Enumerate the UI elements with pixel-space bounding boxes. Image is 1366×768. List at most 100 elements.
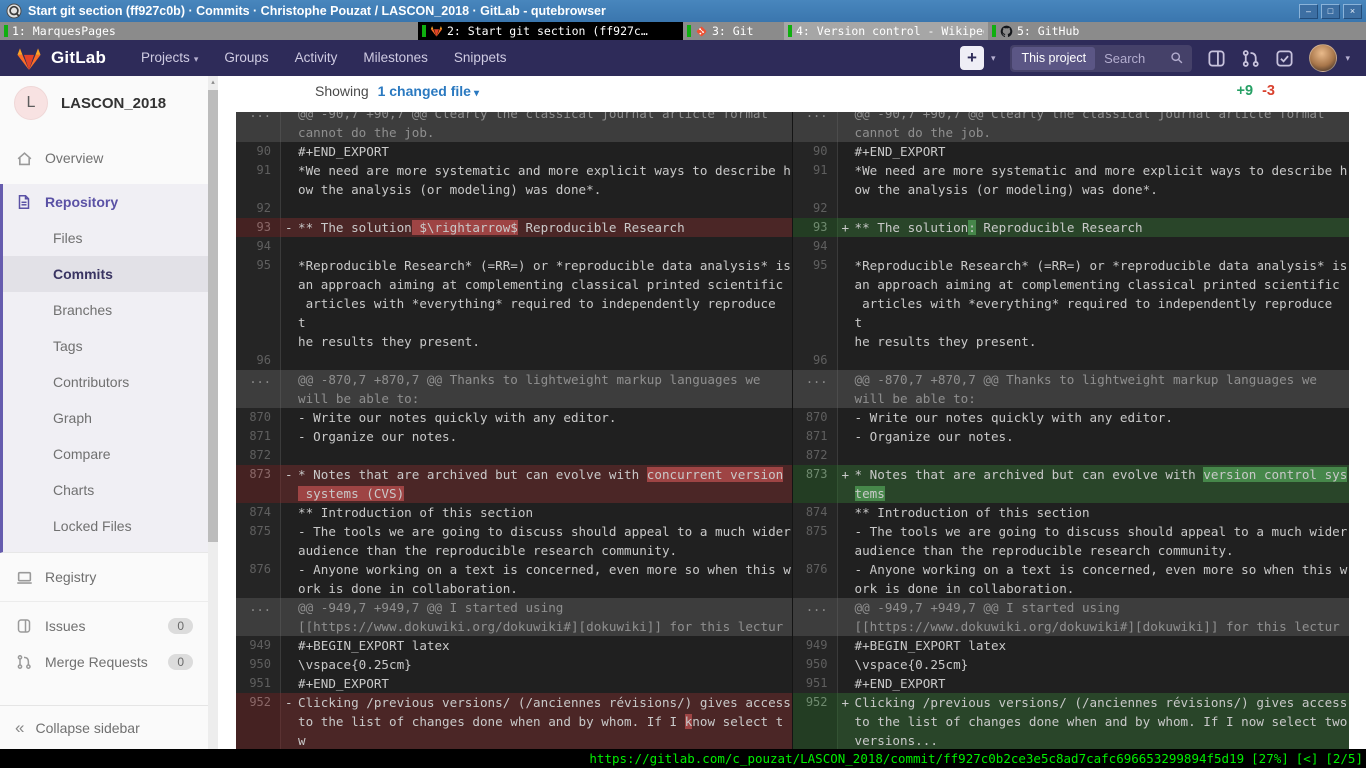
diff-table: ...@@ -90,7 +90,7 @@ Clearly the classic… [236,112,1349,749]
sidebar-item-files[interactable]: Files [3,220,208,256]
line-number[interactable]: 950 [793,655,838,674]
line-number[interactable]: 870 [793,408,838,427]
line-number[interactable]: 875 [236,522,281,560]
tab-marquespages[interactable]: 1: MarquesPages [0,22,418,40]
line-number[interactable]: 90 [793,142,838,161]
search-input[interactable]: Search [1104,51,1161,66]
changed-files-dropdown[interactable]: 1 changed file▾ [378,83,479,99]
line-number[interactable]: 949 [793,636,838,655]
line-number[interactable]: 95 [236,256,281,351]
line-number[interactable]: 93 [236,218,281,237]
scrollbar-thumb[interactable] [208,90,218,542]
project-avatar: L [14,86,48,120]
minimize-button[interactable]: – [1299,4,1318,19]
line-content [281,351,792,370]
sidebar-item-locked-files[interactable]: Locked Files [3,508,208,544]
line-number[interactable]: 92 [793,199,838,218]
line-number[interactable]: 952 [236,693,281,749]
line-number[interactable]: 872 [793,446,838,465]
line-number[interactable]: 95 [793,256,838,351]
merge-requests-icon[interactable] [1241,49,1260,68]
line-number[interactable]: 94 [793,237,838,256]
line-number[interactable]: 96 [236,351,281,370]
diff-row: 950\vspace{0.25cm}950\vspace{0.25cm} [236,655,1349,674]
line-number[interactable]: 952 [793,693,838,749]
main-nav: Projects▾ Groups Activity Milestones Sni… [128,40,519,77]
diff-left-removed: 873-* Notes that are archived but can ev… [236,465,793,503]
sidebar-item-charts[interactable]: Charts [3,472,208,508]
line-number[interactable]: 950 [236,655,281,674]
issue-boards-icon[interactable] [1207,49,1226,68]
line-number[interactable]: 876 [793,560,838,598]
line-content: +* Notes that are archived but can evolv… [838,465,1350,503]
line-number[interactable]: 93 [793,218,838,237]
sidebar-item-overview[interactable]: Overview [0,140,208,176]
line-text: - Anyone working on a text is concerned,… [298,560,791,598]
collapse-sidebar-button[interactable]: « Collapse sidebar [0,705,208,749]
line-content: #+BEGIN_EXPORT latex [281,636,792,655]
sidebar-item-repository[interactable]: Repository [3,184,208,220]
line-content: - Anyone working on a text is concerned,… [838,560,1350,598]
line-number[interactable]: 871 [236,427,281,446]
sidebar-item-compare[interactable]: Compare [3,436,208,472]
sidebar-scrollbar[interactable]: ▴ [208,76,218,749]
nav-snippets[interactable]: Snippets [441,40,520,77]
diff-marker: + [842,465,855,503]
search-scope-chip[interactable]: This project [1012,47,1095,70]
line-number[interactable]: 871 [793,427,838,446]
tab-start-git-section-selected[interactable]: 2: Start git section (ff927c… [418,22,683,40]
line-content: *We need are more systematic and more ex… [281,161,792,199]
diff-right-context: 92 [793,199,1350,218]
line-number[interactable]: 874 [793,503,838,522]
sidebar-item-graph[interactable]: Graph [3,400,208,436]
diff-left-context: 92 [236,199,793,218]
line-number[interactable]: 91 [793,161,838,199]
todos-icon[interactable] [1275,49,1294,68]
sidebar-item-tags[interactable]: Tags [3,328,208,364]
line-number[interactable]: 90 [236,142,281,161]
project-header[interactable]: L LASCON_2018 [0,76,208,130]
sidebar-item-commits[interactable]: Commits [3,256,208,292]
tab-indicator [788,25,792,37]
tab-github[interactable]: 5: GitHub [988,22,1366,40]
line-number[interactable]: 873 [793,465,838,503]
sidebar-item-contributors[interactable]: Contributors [3,364,208,400]
maximize-button[interactable]: □ [1321,4,1340,19]
line-number[interactable]: 951 [236,674,281,693]
line-number[interactable]: 96 [793,351,838,370]
sidebar-item-label: Registry [45,569,96,585]
line-number[interactable]: 876 [236,560,281,598]
line-number[interactable]: 873 [236,465,281,503]
sidebar-item-merge-requests[interactable]: Merge Requests 0 [0,644,208,680]
line-number[interactable]: 875 [793,522,838,560]
history-indicator: [<] [1296,751,1319,766]
line-number[interactable]: 92 [236,199,281,218]
chevron-down-icon: ▾ [1345,53,1350,64]
nav-projects[interactable]: Projects▾ [128,40,211,77]
nav-activity[interactable]: Activity [282,40,351,77]
diff-marker [285,446,298,465]
line-number[interactable]: 872 [236,446,281,465]
line-number[interactable]: 949 [236,636,281,655]
line-number[interactable]: 94 [236,237,281,256]
line-number[interactable]: 874 [236,503,281,522]
nav-milestones[interactable]: Milestones [350,40,441,77]
line-text: *We need are more systematic and more ex… [855,161,1348,199]
new-menu-button[interactable]: + ▾ [960,46,996,70]
nav-groups[interactable]: Groups [211,40,281,77]
search-box[interactable]: This project Search [1010,45,1192,72]
scrollbar-up-arrow[interactable]: ▴ [208,76,218,89]
sidebar-item-registry[interactable]: Registry [0,559,208,595]
line-number[interactable]: 91 [236,161,281,199]
sidebar-item-issues[interactable]: Issues 0 [0,608,208,644]
tab-git[interactable]: 3: Git [683,22,784,40]
close-button[interactable]: × [1343,4,1362,19]
line-number[interactable]: 951 [793,674,838,693]
gitlab-logo[interactable]: GitLab [16,46,106,71]
user-menu[interactable]: ▾ [1309,44,1350,72]
line-content: - Anyone working on a text is concerned,… [281,560,792,598]
tab-version-control-wikipedia[interactable]: 4: Version control - Wikipedia [784,22,988,40]
line-text: @@ -90,7 +90,7 @@ Clearly the classical … [298,112,791,142]
line-number[interactable]: 870 [236,408,281,427]
sidebar-item-branches[interactable]: Branches [3,292,208,328]
